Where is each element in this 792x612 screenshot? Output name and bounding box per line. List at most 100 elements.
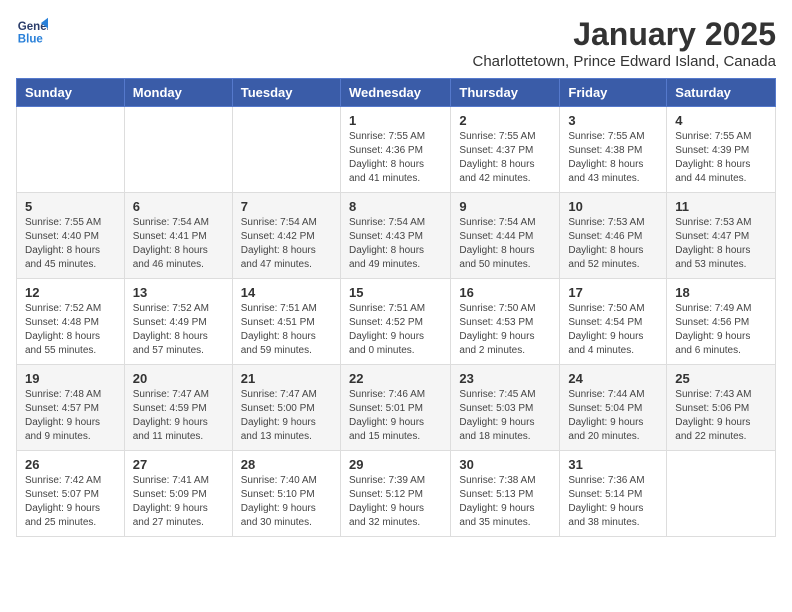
calendar-cell: 13 Sunrise: 7:52 AM Sunset: 4:49 PM Dayli… [124,279,232,365]
day-info: Sunrise: 7:43 AM Sunset: 5:06 PM Dayligh… [675,388,767,444]
calendar-cell [17,107,125,193]
calendar-cell: 27 Sunrise: 7:41 AM Sunset: 5:09 PM Dayli… [124,451,232,537]
day-info: Sunrise: 7:38 AM Sunset: 5:13 PM Dayligh… [459,474,551,530]
calendar-cell: 23 Sunrise: 7:45 AM Sunset: 5:03 PM Dayli… [451,365,560,451]
day-number: 24 [568,371,658,386]
day-number: 22 [349,371,442,386]
page-header: General Blue January 2025 Charlottetown,… [16,16,776,70]
day-number: 20 [133,371,224,386]
weekday-header-sunday: Sunday [17,79,125,107]
calendar-cell: 30Sunrise: 7:38 AM Sunset: 5:13 PM Dayli… [451,451,560,537]
calendar-cell: 25 Sunrise: 7:43 AM Sunset: 5:06 PM Dayli… [667,365,776,451]
day-info: Sunrise: 7:53 AM Sunset: 4:46 PM Dayligh… [568,216,658,272]
day-number: 9 [459,199,551,214]
day-number: 4 [675,113,767,128]
day-info: Sunrise: 7:55 AM Sunset: 4:40 PM Dayligh… [25,216,116,272]
day-info: Sunrise: 7:52 AM Sunset: 4:48 PM Dayligh… [25,302,116,358]
day-info: Sunrise: 7:47 AM Sunset: 5:00 PM Dayligh… [241,388,332,444]
day-number: 25 [675,371,767,386]
day-info: Sunrise: 7:42 AM Sunset: 5:07 PM Dayligh… [25,474,116,530]
day-info: Sunrise: 7:55 AM Sunset: 4:38 PM Dayligh… [568,130,658,186]
logo: General Blue [16,16,48,48]
calendar-subtitle: Charlottetown, Prince Edward Island, Can… [472,53,776,70]
day-number: 28 [241,457,332,472]
day-number: 15 [349,285,442,300]
weekday-header-thursday: Thursday [451,79,560,107]
day-info: Sunrise: 7:55 AM Sunset: 4:39 PM Dayligh… [675,130,767,186]
day-number: 16 [459,285,551,300]
weekday-header-monday: Monday [124,79,232,107]
week-row-1: 1 Sunrise: 7:55 AM Sunset: 4:36 PM Daylig… [17,107,776,193]
calendar-cell: 21 Sunrise: 7:47 AM Sunset: 5:00 PM Dayli… [232,365,340,451]
calendar-cell: 7 Sunrise: 7:54 AM Sunset: 4:42 PM Daylig… [232,193,340,279]
day-number: 5 [25,199,116,214]
day-info: Sunrise: 7:40 AM Sunset: 5:10 PM Dayligh… [241,474,332,530]
day-number: 2 [459,113,551,128]
weekday-header-wednesday: Wednesday [340,79,450,107]
calendar-cell: 5 Sunrise: 7:55 AM Sunset: 4:40 PM Daylig… [17,193,125,279]
calendar-cell: 16Sunrise: 7:50 AM Sunset: 4:53 PM Dayli… [451,279,560,365]
calendar-cell [667,451,776,537]
calendar-cell: 28 Sunrise: 7:40 AM Sunset: 5:10 PM Dayli… [232,451,340,537]
day-info: Sunrise: 7:49 AM Sunset: 4:56 PM Dayligh… [675,302,767,358]
calendar-cell [232,107,340,193]
day-number: 6 [133,199,224,214]
day-info: Sunrise: 7:55 AM Sunset: 4:37 PM Dayligh… [459,130,551,186]
week-row-2: 5 Sunrise: 7:55 AM Sunset: 4:40 PM Daylig… [17,193,776,279]
day-number: 3 [568,113,658,128]
day-number: 18 [675,285,767,300]
day-number: 14 [241,285,332,300]
calendar-cell: 26 Sunrise: 7:42 AM Sunset: 5:07 PM Dayli… [17,451,125,537]
title-area: January 2025 Charlottetown, Prince Edwar… [472,16,776,70]
calendar-cell: 9 Sunrise: 7:54 AM Sunset: 4:44 PM Daylig… [451,193,560,279]
week-row-4: 19Sunrise: 7:48 AM Sunset: 4:57 PM Dayli… [17,365,776,451]
calendar-cell: 2 Sunrise: 7:55 AM Sunset: 4:37 PM Daylig… [451,107,560,193]
week-row-3: 12 Sunrise: 7:52 AM Sunset: 4:48 PM Dayli… [17,279,776,365]
calendar-cell: 6 Sunrise: 7:54 AM Sunset: 4:41 PM Daylig… [124,193,232,279]
day-info: Sunrise: 7:44 AM Sunset: 5:04 PM Dayligh… [568,388,658,444]
day-number: 17 [568,285,658,300]
calendar-cell: 4 Sunrise: 7:55 AM Sunset: 4:39 PM Daylig… [667,107,776,193]
day-info: Sunrise: 7:41 AM Sunset: 5:09 PM Dayligh… [133,474,224,530]
calendar-cell: 10 Sunrise: 7:53 AM Sunset: 4:46 PM Dayli… [560,193,667,279]
calendar-cell: 29Sunrise: 7:39 AM Sunset: 5:12 PM Dayli… [340,451,450,537]
day-info: Sunrise: 7:54 AM Sunset: 4:44 PM Dayligh… [459,216,551,272]
day-number: 21 [241,371,332,386]
day-info: Sunrise: 7:50 AM Sunset: 4:54 PM Dayligh… [568,302,658,358]
weekday-header-saturday: Saturday [667,79,776,107]
calendar-cell: 1 Sunrise: 7:55 AM Sunset: 4:36 PM Daylig… [340,107,450,193]
day-info: Sunrise: 7:48 AM Sunset: 4:57 PM Dayligh… [25,388,116,444]
logo-icon: General Blue [16,16,48,48]
calendar-cell: 11Sunrise: 7:53 AM Sunset: 4:47 PM Dayli… [667,193,776,279]
weekday-header-tuesday: Tuesday [232,79,340,107]
day-info: Sunrise: 7:36 AM Sunset: 5:14 PM Dayligh… [568,474,658,530]
day-info: Sunrise: 7:55 AM Sunset: 4:36 PM Dayligh… [349,130,442,186]
calendar-cell: 17 Sunrise: 7:50 AM Sunset: 4:54 PM Dayli… [560,279,667,365]
day-info: Sunrise: 7:51 AM Sunset: 4:51 PM Dayligh… [241,302,332,358]
calendar-cell: 18 Sunrise: 7:49 AM Sunset: 4:56 PM Dayli… [667,279,776,365]
day-info: Sunrise: 7:54 AM Sunset: 4:42 PM Dayligh… [241,216,332,272]
day-number: 7 [241,199,332,214]
day-info: Sunrise: 7:54 AM Sunset: 4:43 PM Dayligh… [349,216,442,272]
day-number: 10 [568,199,658,214]
day-info: Sunrise: 7:51 AM Sunset: 4:52 PM Dayligh… [349,302,442,358]
day-number: 12 [25,285,116,300]
day-number: 1 [349,113,442,128]
day-number: 8 [349,199,442,214]
day-info: Sunrise: 7:54 AM Sunset: 4:41 PM Dayligh… [133,216,224,272]
svg-text:Blue: Blue [18,34,44,46]
calendar-cell: 12 Sunrise: 7:52 AM Sunset: 4:48 PM Dayli… [17,279,125,365]
calendar-cell: 8 Sunrise: 7:54 AM Sunset: 4:43 PM Daylig… [340,193,450,279]
calendar-cell [124,107,232,193]
day-number: 13 [133,285,224,300]
day-number: 31 [568,457,658,472]
day-number: 11 [675,199,767,214]
day-info: Sunrise: 7:52 AM Sunset: 4:49 PM Dayligh… [133,302,224,358]
day-number: 27 [133,457,224,472]
day-info: Sunrise: 7:45 AM Sunset: 5:03 PM Dayligh… [459,388,551,444]
day-number: 26 [25,457,116,472]
calendar-cell: 14 Sunrise: 7:51 AM Sunset: 4:51 PM Dayli… [232,279,340,365]
day-number: 23 [459,371,551,386]
calendar-title: January 2025 [472,16,776,53]
day-info: Sunrise: 7:46 AM Sunset: 5:01 PM Dayligh… [349,388,442,444]
